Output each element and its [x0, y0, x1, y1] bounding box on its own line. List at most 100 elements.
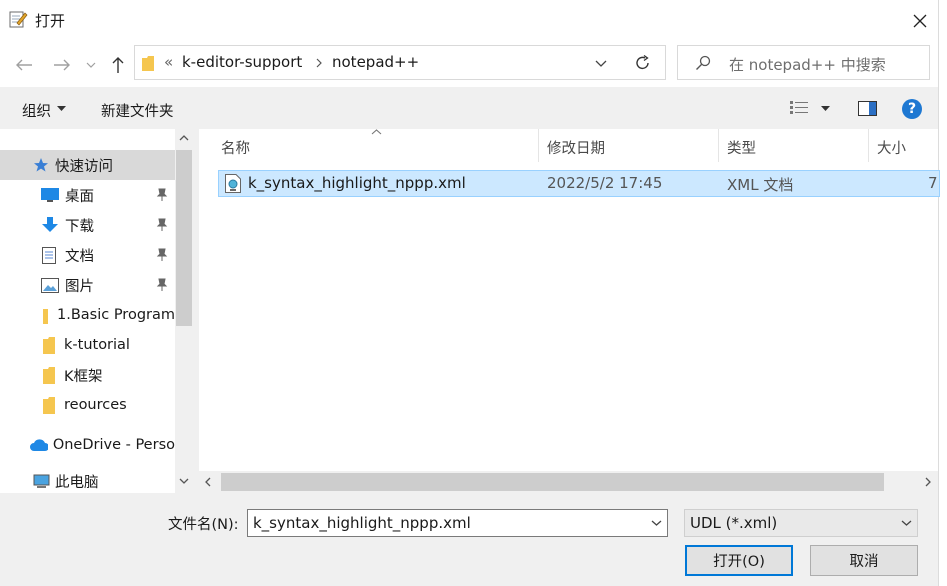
folder-icon — [43, 366, 55, 384]
filename-field[interactable]: k_syntax_highlight_nppp.xml — [247, 509, 668, 537]
column-header-modified[interactable]: 修改日期 — [547, 137, 605, 158]
close-icon — [913, 14, 927, 27]
nav-downloads[interactable]: 下载 — [0, 210, 175, 240]
recent-locations-button[interactable] — [83, 55, 99, 75]
document-icon — [42, 246, 56, 264]
forward-button[interactable] — [51, 55, 73, 75]
back-button[interactable] — [13, 55, 35, 75]
close-button[interactable] — [900, 5, 940, 36]
nav-label: 文档 — [65, 248, 94, 265]
breadcrumb-notepadpp[interactable]: notepad++ — [332, 53, 419, 71]
table-row[interactable]: k_syntax_highlight_nppp.xml 2022/5/2 17:… — [218, 170, 940, 197]
file-type-value: UDL (*.xml) — [690, 514, 778, 532]
arrow-up-icon — [112, 57, 124, 73]
background-window-edge — [938, 0, 947, 586]
arrow-left-icon — [16, 59, 32, 71]
refresh-icon — [636, 54, 649, 69]
arrow-right-icon — [54, 59, 70, 71]
nav-documents[interactable]: 文档 — [0, 240, 175, 270]
file-list: 名称 修改日期 类型 大小 k_syntax_highlight_nppp.xm… — [199, 129, 940, 471]
pin-icon — [156, 278, 168, 291]
chevron-up-icon[interactable] — [179, 135, 189, 141]
preview-pane-icon[interactable] — [858, 101, 877, 116]
organize-button[interactable]: 组织 — [22, 100, 51, 121]
folder-icon — [142, 56, 154, 71]
filename-label: 文件名(N): — [168, 517, 239, 533]
search-box[interactable]: 在 notepad++ 中搜索 — [677, 45, 930, 80]
file-name-cell: k_syntax_highlight_nppp.xml — [248, 174, 466, 192]
column-divider[interactable] — [718, 129, 719, 162]
chevron-down-icon[interactable] — [595, 60, 607, 67]
nav-label: 桌面 — [65, 188, 94, 205]
nav-label: k-tutorial — [64, 337, 130, 353]
caret-down-icon — [57, 106, 66, 111]
nav-label: reources — [64, 397, 127, 413]
notepad-app-icon — [9, 11, 28, 28]
pin-icon — [156, 188, 168, 201]
refresh-button[interactable] — [621, 45, 666, 80]
nav-label: OneDrive - Perso — [52, 437, 175, 453]
window-title: 打开 — [35, 12, 66, 30]
nav-label: 下载 — [65, 218, 94, 235]
breadcrumb-k-editor-support[interactable]: k-editor-support — [182, 53, 302, 71]
column-header-name[interactable]: 名称 — [221, 137, 250, 158]
sort-ascending-icon — [371, 129, 382, 135]
file-size-cell: 7 — [928, 174, 938, 192]
star-icon — [34, 158, 48, 172]
nav-quick-access[interactable]: 快速访问 — [0, 150, 175, 180]
scrollbar-thumb[interactable] — [176, 150, 192, 326]
nav-label: 图片 — [65, 278, 94, 295]
nav-pictures[interactable]: 图片 — [0, 270, 175, 300]
new-folder-button[interactable]: 新建文件夹 — [101, 100, 174, 121]
nav-folder-k-tutorial[interactable]: k-tutorial — [0, 330, 175, 360]
file-list-scrollbar[interactable] — [199, 471, 938, 493]
navigation-pane: 快速访问 桌面 下载 文档 图片 1.Basic Program k-tutor… — [0, 129, 193, 493]
search-input[interactable]: 在 notepad++ 中搜索 — [729, 54, 886, 75]
pin-icon — [156, 218, 168, 231]
navigation-pane-scrollbar[interactable] — [175, 129, 193, 493]
chevron-down-icon[interactable] — [179, 478, 189, 484]
address-bar[interactable]: « k-editor-support notepad++ — [134, 45, 622, 80]
nav-folder-reources[interactable]: reources — [0, 390, 175, 420]
scrollbar-thumb[interactable] — [221, 473, 884, 491]
cancel-button[interactable]: 取消 — [810, 545, 918, 576]
nav-label: 此电脑 — [55, 475, 99, 491]
pin-icon — [156, 248, 168, 261]
nav-onedrive[interactable]: OneDrive - Perso — [0, 430, 175, 460]
nav-this-pc[interactable]: 此电脑 — [0, 470, 175, 493]
chevron-down-icon — [86, 62, 96, 68]
folder-icon — [43, 308, 48, 324]
caret-down-icon[interactable] — [821, 106, 830, 111]
file-modified-cell: 2022/5/2 17:45 — [547, 174, 663, 192]
chevron-right-icon — [316, 58, 322, 68]
desktop-icon — [41, 188, 59, 202]
column-divider[interactable] — [868, 129, 869, 162]
chevron-left-icon[interactable] — [205, 477, 211, 487]
up-button[interactable] — [107, 55, 129, 75]
column-header-type[interactable]: 类型 — [727, 137, 756, 158]
chevron-right-icon[interactable] — [925, 477, 931, 487]
help-icon[interactable]: ? — [902, 99, 922, 119]
nav-folder-basic-program[interactable]: 1.Basic Program — [0, 300, 175, 330]
file-type-select[interactable]: UDL (*.xml) — [684, 509, 918, 537]
file-type-cell: XML 文档 — [727, 176, 794, 194]
view-details-icon[interactable] — [790, 101, 808, 115]
column-header-size[interactable]: 大小 — [877, 137, 906, 158]
nav-label: K框架 — [64, 368, 103, 385]
open-button[interactable]: 打开(O) — [685, 545, 793, 576]
chevron-down-icon — [901, 520, 912, 526]
folder-icon — [43, 336, 55, 354]
search-icon — [696, 55, 711, 70]
nav-label: 快速访问 — [55, 158, 113, 175]
column-divider[interactable] — [538, 129, 539, 162]
nav-desktop[interactable]: 桌面 — [0, 180, 175, 210]
address-overflow[interactable]: « — [164, 53, 173, 71]
filename-value[interactable]: k_syntax_highlight_nppp.xml — [253, 514, 471, 532]
cloud-icon — [30, 439, 48, 451]
nav-folder-k-framework[interactable]: K框架 — [0, 360, 175, 390]
title-bar: 打开 — [0, 0, 938, 41]
nav-label: 1.Basic Program — [56, 307, 175, 323]
picture-icon — [41, 277, 59, 293]
chevron-down-icon[interactable] — [651, 520, 662, 526]
download-icon — [42, 217, 58, 232]
